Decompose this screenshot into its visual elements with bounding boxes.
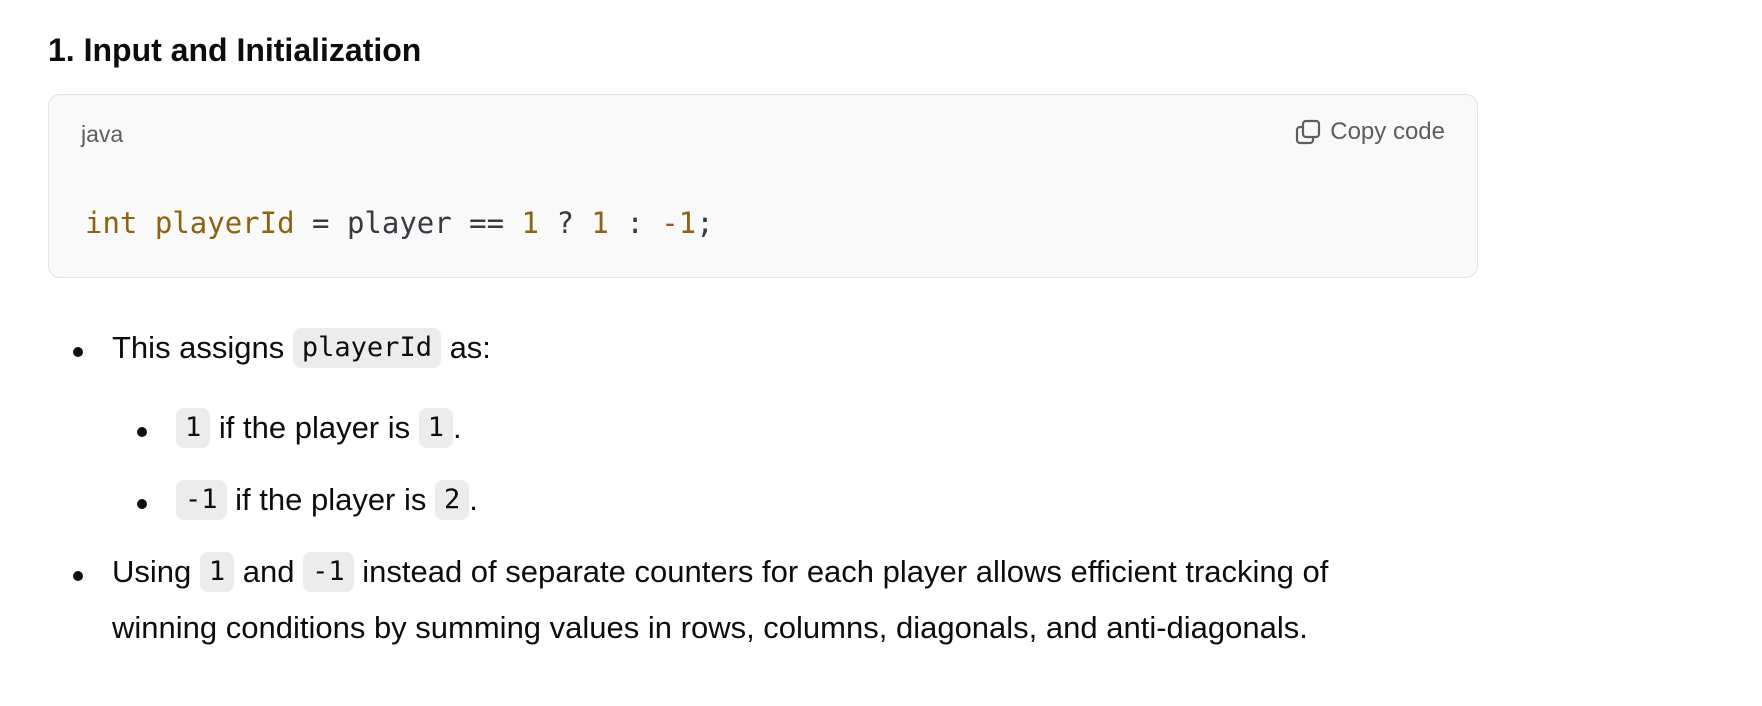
list-item-text: winning conditions by summing values in …	[112, 610, 1308, 645]
code-token-number: 1	[521, 206, 540, 240]
code-language-label: java	[81, 121, 124, 147]
list-item-line: Using 1 and -1 instead of separate count…	[112, 544, 1492, 600]
code-token-keyword: int	[85, 206, 138, 240]
code-token-operator: =	[294, 206, 347, 240]
code-token-operator: ==	[451, 206, 522, 240]
list-item-text: if the player is	[210, 410, 419, 445]
code-block: java Copy code int playerId = player == …	[48, 94, 1478, 278]
list-item-text: and	[234, 554, 304, 589]
bullet-dot	[137, 427, 147, 437]
code-line: int playerId = player == 1 ? 1 : -1;	[85, 203, 714, 243]
list-item: Using 1 and -1 instead of separate count…	[112, 544, 1492, 656]
inline-code: 1	[199, 551, 235, 592]
inline-code: 1	[418, 407, 454, 448]
section-heading: 1. Input and Initialization	[48, 32, 422, 68]
bullet-dot	[73, 347, 83, 357]
list-item: This assigns playerId as:	[112, 320, 491, 376]
list-item-text: instead of separate counters for each pl…	[353, 554, 1329, 589]
inline-code: playerId	[292, 327, 441, 368]
inline-code: 1	[176, 407, 211, 448]
list-item-text: as:	[440, 330, 491, 365]
list-item-text: .	[469, 482, 478, 517]
list-item-text: .	[453, 410, 462, 445]
inline-code: -1	[176, 479, 227, 520]
code-token-semicolon: ;	[696, 206, 714, 240]
inline-code: 2	[435, 479, 470, 520]
code-token-variable: playerId	[154, 206, 295, 240]
list-item: 1 if the player is 1.	[176, 400, 462, 456]
list-item: -1 if the player is 2.	[176, 472, 478, 528]
list-item-text: Using	[112, 554, 200, 589]
code-token-operator: ?	[539, 206, 592, 240]
inline-code: -1	[303, 551, 354, 592]
code-token-operator: :	[608, 206, 662, 240]
code-token-identifier: player	[346, 206, 452, 240]
code-token-number: 1	[591, 206, 609, 240]
copy-code-label: Copy code	[1330, 118, 1445, 145]
copy-code-button[interactable]: Copy code	[1294, 115, 1445, 149]
bullet-dot	[73, 571, 83, 581]
list-item-text: if the player is	[226, 482, 435, 517]
list-item-text: This assigns	[112, 330, 293, 365]
copy-icon	[1294, 118, 1322, 146]
list-item-line: winning conditions by summing values in …	[112, 600, 1492, 656]
bullet-dot	[137, 499, 147, 509]
code-token-number: -1	[661, 206, 697, 240]
